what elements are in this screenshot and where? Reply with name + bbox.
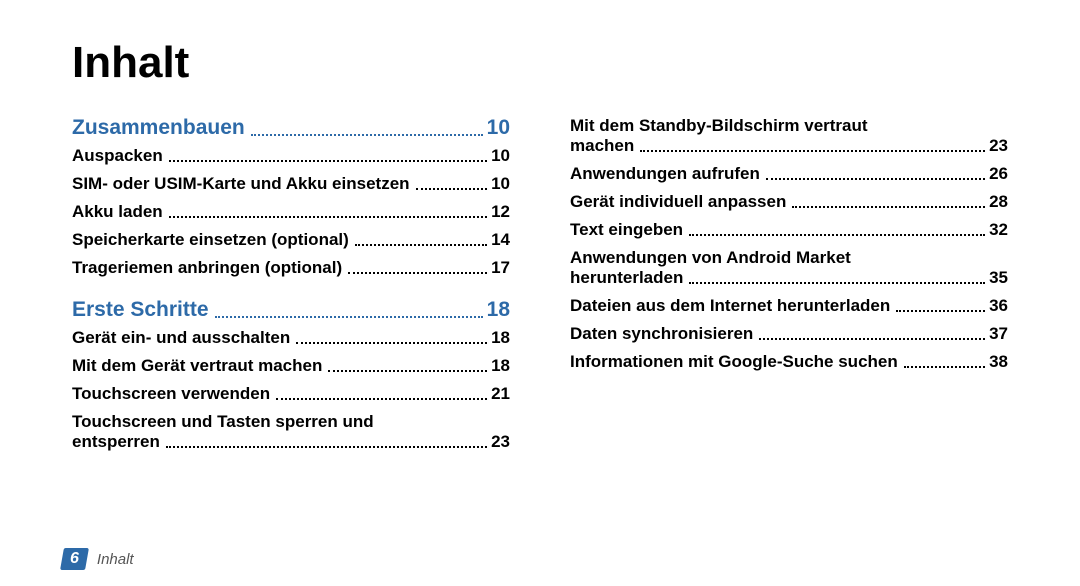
- leader-dots: [355, 244, 487, 246]
- entry-page: 28: [989, 192, 1008, 212]
- leader-dots: [251, 134, 483, 136]
- toc-page: Inhalt Zusammenbauen 10 Auspacken 10 SIM…: [0, 0, 1080, 586]
- leader-dots: [689, 234, 985, 236]
- entry-label-line1: Anwendungen von Android Market: [570, 248, 1008, 268]
- entry-page: 12: [491, 202, 510, 222]
- toc-entry[interactable]: Anwendungen aufrufen 26: [570, 164, 1008, 184]
- entry-label: SIM- oder USIM-Karte und Akku einsetzen: [72, 174, 410, 194]
- entry-label: Mit dem Gerät vertraut machen: [72, 356, 322, 376]
- entry-label: Gerät ein- und ausschalten: [72, 328, 290, 348]
- footer-label: Inhalt: [97, 551, 134, 568]
- page-title: Inhalt: [72, 38, 1008, 88]
- entry-label-line2: entsperren: [72, 432, 160, 452]
- leader-dots: [896, 310, 985, 312]
- toc-entry[interactable]: Text eingeben 32: [570, 220, 1008, 240]
- section-page: 10: [487, 116, 510, 140]
- entry-label: Gerät individuell anpassen: [570, 192, 786, 212]
- toc-entry[interactable]: SIM- oder USIM-Karte und Akku einsetzen …: [72, 174, 510, 194]
- leader-dots: [759, 338, 985, 340]
- leader-dots: [689, 282, 985, 284]
- leader-dots: [348, 272, 487, 274]
- leader-dots: [166, 446, 487, 448]
- entry-label-line1: Touchscreen und Tasten sperren und: [72, 412, 510, 432]
- entry-label: Akku laden: [72, 202, 163, 222]
- entry-label: Text eingeben: [570, 220, 683, 240]
- leader-dots: [766, 178, 985, 180]
- page-number-badge: 6: [60, 548, 89, 570]
- toc-block: Gerät ein- und ausschalten 18 Mit dem Ge…: [72, 328, 510, 452]
- entry-page: 36: [989, 296, 1008, 316]
- toc-entry[interactable]: Akku laden 12: [72, 202, 510, 222]
- leader-dots: [169, 216, 487, 218]
- leader-dots: [276, 398, 487, 400]
- entry-label: Trageriemen anbringen (optional): [72, 258, 342, 278]
- toc-entry[interactable]: Anwendungen von Android Market herunterl…: [570, 248, 1008, 288]
- entry-page: 23: [989, 136, 1008, 156]
- entry-label: Speicherkarte einsetzen (optional): [72, 230, 349, 250]
- entry-page: 18: [491, 356, 510, 376]
- leader-dots: [904, 366, 985, 368]
- entry-page: 10: [491, 146, 510, 166]
- entry-page: 38: [989, 352, 1008, 372]
- toc-column-left: Zusammenbauen 10 Auspacken 10 SIM- oder …: [72, 116, 510, 452]
- entry-page: 35: [989, 268, 1008, 288]
- toc-column-right: Mit dem Standby-Bildschirm vertraut mach…: [570, 116, 1008, 452]
- entry-label: Auspacken: [72, 146, 163, 166]
- entry-page: 32: [989, 220, 1008, 240]
- entry-label-line2: machen: [570, 136, 634, 156]
- entry-label: Daten synchronisieren: [570, 324, 753, 344]
- toc-entry[interactable]: Gerät individuell anpassen 28: [570, 192, 1008, 212]
- toc-entry[interactable]: Speicherkarte einsetzen (optional) 14: [72, 230, 510, 250]
- section-head-erste-schritte[interactable]: Erste Schritte 18: [72, 298, 510, 322]
- leader-dots: [215, 316, 483, 318]
- entry-page: 23: [491, 432, 510, 452]
- toc-entry[interactable]: Touchscreen verwenden 21: [72, 384, 510, 404]
- leader-dots: [640, 150, 985, 152]
- section-page: 18: [487, 298, 510, 322]
- toc-entry[interactable]: Mit dem Standby-Bildschirm vertraut mach…: [570, 116, 1008, 156]
- entry-label: Anwendungen aufrufen: [570, 164, 760, 184]
- entry-label: Touchscreen verwenden: [72, 384, 270, 404]
- entry-page: 21: [491, 384, 510, 404]
- entry-page: 18: [491, 328, 510, 348]
- section-head-zusammenbauen[interactable]: Zusammenbauen 10: [72, 116, 510, 140]
- entry-label-line1: Mit dem Standby-Bildschirm vertraut: [570, 116, 1008, 136]
- entry-page: 17: [491, 258, 510, 278]
- entry-label: Dateien aus dem Internet herunterladen: [570, 296, 890, 316]
- entry-label: Informationen mit Google-Suche suchen: [570, 352, 898, 372]
- toc-entry[interactable]: Gerät ein- und ausschalten 18: [72, 328, 510, 348]
- toc-entry[interactable]: Auspacken 10: [72, 146, 510, 166]
- entry-page: 37: [989, 324, 1008, 344]
- toc-entry[interactable]: Trageriemen anbringen (optional) 17: [72, 258, 510, 278]
- toc-entry[interactable]: Daten synchronisieren 37: [570, 324, 1008, 344]
- leader-dots: [792, 206, 985, 208]
- section-label: Erste Schritte: [72, 298, 209, 322]
- leader-dots: [328, 370, 487, 372]
- section-label: Zusammenbauen: [72, 116, 245, 140]
- toc-columns: Zusammenbauen 10 Auspacken 10 SIM- oder …: [72, 116, 1008, 452]
- page-footer: 6 Inhalt: [62, 548, 134, 570]
- entry-page: 26: [989, 164, 1008, 184]
- toc-block: Auspacken 10 SIM- oder USIM-Karte und Ak…: [72, 146, 510, 278]
- toc-entry[interactable]: Mit dem Gerät vertraut machen 18: [72, 356, 510, 376]
- leader-dots: [416, 188, 488, 190]
- leader-dots: [169, 160, 487, 162]
- toc-entry[interactable]: Dateien aus dem Internet herunterladen 3…: [570, 296, 1008, 316]
- toc-entry[interactable]: Informationen mit Google-Suche suchen 38: [570, 352, 1008, 372]
- toc-block: Mit dem Standby-Bildschirm vertraut mach…: [570, 116, 1008, 372]
- entry-page: 14: [491, 230, 510, 250]
- entry-page: 10: [491, 174, 510, 194]
- toc-entry[interactable]: Touchscreen und Tasten sperren und entsp…: [72, 412, 510, 452]
- entry-label-line2: herunterladen: [570, 268, 683, 288]
- leader-dots: [296, 342, 487, 344]
